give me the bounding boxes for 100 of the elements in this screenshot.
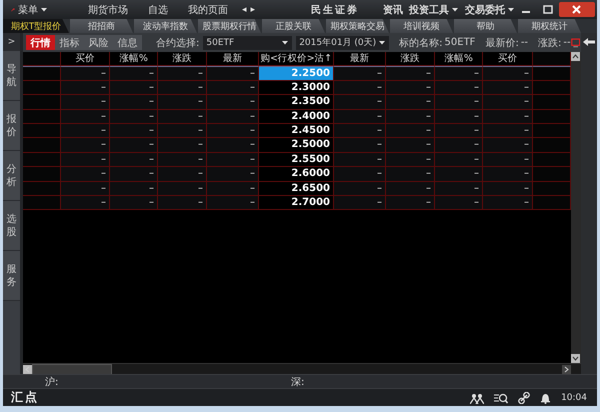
table-cell: – (61, 167, 110, 182)
clock-time: 10:04 (561, 392, 587, 402)
table-cell: – (386, 95, 435, 110)
vertical-scrollbar[interactable] (571, 52, 581, 363)
table-cell: – (386, 124, 435, 138)
table-cell: – (435, 167, 483, 182)
table-cell: – (158, 182, 207, 196)
tab[interactable]: 招招商 (70, 19, 133, 33)
scroll-up-icon[interactable] (571, 52, 580, 61)
arrow-button[interactable]: ▸ (250, 4, 255, 14)
table-cell: – (110, 182, 158, 196)
table-cell: – (483, 110, 533, 124)
table-cell: – (61, 110, 110, 124)
column-header[interactable]: 买价 (483, 52, 533, 66)
table-cell: – (158, 124, 207, 138)
link-icon[interactable] (518, 392, 530, 404)
strike-cell[interactable]: 2.5500 (259, 152, 334, 168)
list-search-icon[interactable] (494, 392, 508, 404)
people-icon[interactable] (470, 392, 484, 404)
tab[interactable]: 信息 (113, 35, 142, 50)
tab[interactable]: 指标 (55, 35, 84, 50)
sidebar-item[interactable]: 报价 (3, 101, 20, 151)
table-cell: – (334, 196, 386, 210)
tab[interactable]: 股票期权行情 (198, 19, 261, 33)
menu-item[interactable]: 交易委托 (465, 2, 515, 16)
sidebar-item[interactable]: 导航 (3, 51, 20, 101)
table-cell: – (110, 124, 158, 138)
table-cell: – (334, 124, 386, 138)
info-value: -- (520, 37, 528, 48)
info-label: 标的名称: (399, 36, 443, 50)
table-cell: – (158, 167, 207, 182)
table-cell: – (61, 196, 110, 210)
table-cell: – (158, 196, 207, 210)
menu-item[interactable]: 自选 (148, 2, 168, 16)
table-cell: – (386, 167, 435, 182)
column-header[interactable]: 最新 (207, 52, 259, 66)
menu-button[interactable]: 菜单 (18, 2, 48, 16)
column-header[interactable]: 最新 (334, 52, 386, 66)
table-cell: – (207, 110, 259, 124)
table-cell: – (483, 152, 533, 168)
column-header[interactable]: 涨幅% (110, 52, 158, 66)
tab[interactable]: 期权统计 (518, 19, 581, 33)
column-header[interactable]: 涨幅% (435, 52, 483, 66)
strike-cell[interactable]: 2.7000 (259, 196, 334, 210)
tab[interactable]: 帮助 (454, 19, 517, 33)
tab[interactable]: 正股关联 (262, 19, 325, 33)
table-cell: – (435, 152, 483, 168)
table-cell: – (110, 110, 158, 124)
table-cell: – (386, 182, 435, 196)
table-cell: – (158, 110, 207, 124)
sidebar-item[interactable]: 选股 (3, 201, 20, 251)
table-cell: – (61, 95, 110, 110)
table-cell: – (207, 124, 259, 138)
tab[interactable]: 波动率指数 (134, 19, 197, 33)
arrow-left-icon[interactable] (582, 37, 596, 47)
close-icon[interactable] (559, 2, 595, 17)
table-cell: – (61, 152, 110, 168)
strike-cell[interactable]: 2.3500 (259, 95, 334, 110)
underlying-dropdown[interactable]: 50ETF (203, 36, 292, 50)
strike-cell[interactable]: 2.6000 (259, 167, 334, 182)
strike-cell[interactable]: 2.6500 (259, 182, 334, 196)
sidebar-item[interactable]: 服务 (3, 251, 20, 301)
menu-item[interactable]: 资讯 (383, 2, 403, 16)
scrollbar-thumb[interactable] (32, 364, 112, 374)
arrow-button[interactable]: ◂ (242, 4, 246, 14)
column-header[interactable]: 买价 (61, 52, 110, 66)
menu-item[interactable]: 我的页面 (188, 2, 228, 16)
scroll-right-icon[interactable] (562, 364, 571, 374)
horizontal-scrollbar[interactable] (23, 363, 581, 374)
scroll-left-icon[interactable] (23, 364, 32, 374)
strike-cell[interactable]: 2.4000 (259, 110, 334, 124)
scroll-down-icon[interactable] (571, 354, 580, 363)
table-cell: – (61, 124, 110, 138)
strike-cell[interactable]: 2.5000 (259, 138, 334, 153)
table-cell: – (435, 66, 483, 81)
column-header[interactable]: 涨跌 (158, 52, 207, 66)
column-header[interactable]: 涨跌 (386, 52, 435, 66)
table-cell: – (110, 80, 158, 96)
menu-item[interactable]: 期货市场 (88, 2, 128, 16)
table-cell: – (110, 138, 158, 153)
strike-cell[interactable]: 2.3000 (259, 80, 334, 96)
app-logo-text: 汇点 (11, 389, 39, 406)
menu-item[interactable]: 投资工具 (409, 2, 459, 16)
table-cell: – (386, 138, 435, 153)
tab[interactable]: 行情 (26, 35, 55, 50)
table-cell: – (386, 152, 435, 168)
strike-cell[interactable]: 2.4500 (259, 124, 334, 138)
table-cell: – (334, 80, 386, 96)
tab[interactable]: 期权T型报价 (3, 19, 69, 33)
tab[interactable]: 培训视频 (390, 19, 453, 33)
sidebar-toggle[interactable]: > (3, 33, 20, 51)
table-cell: – (386, 110, 435, 124)
column-header[interactable]: 购<行权价>沽↑ (259, 52, 334, 66)
tab[interactable]: 期权策略交易 (326, 19, 389, 33)
table-cell: – (158, 152, 207, 168)
table-cell: – (386, 196, 435, 210)
bell-icon[interactable] (540, 392, 552, 404)
sidebar-item[interactable]: 分析 (3, 151, 20, 201)
month-dropdown[interactable]: 2015年01月 (0天) (296, 36, 390, 50)
tab[interactable]: 风险 (84, 35, 113, 50)
